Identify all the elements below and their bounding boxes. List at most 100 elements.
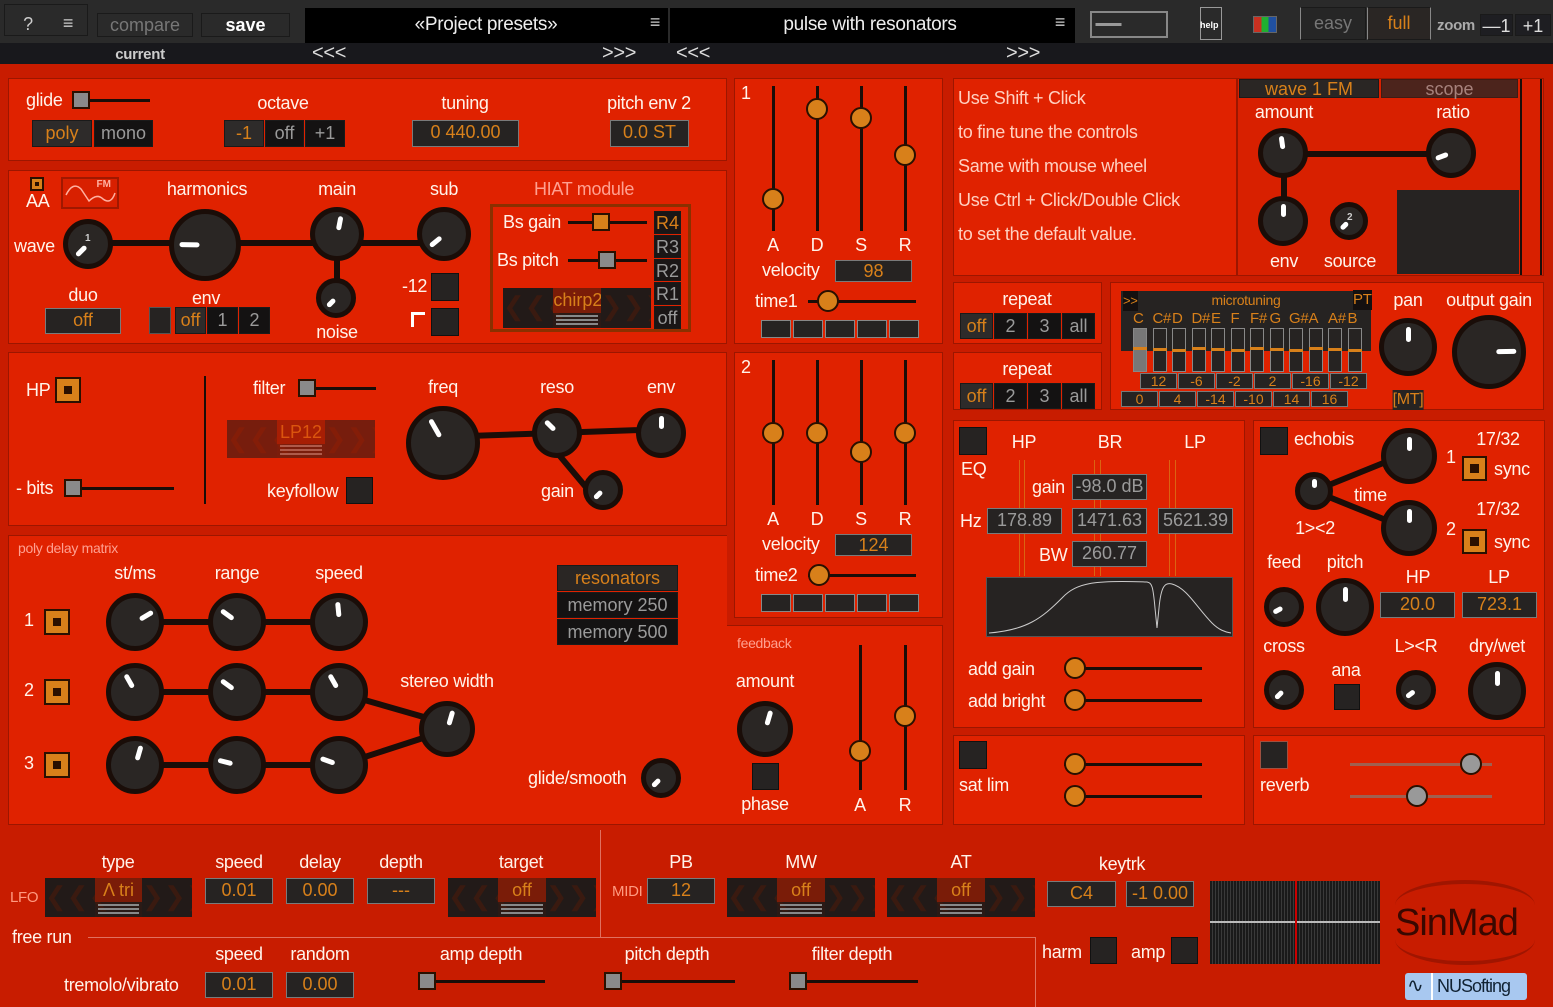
feed-knob[interactable] (1264, 587, 1304, 627)
bs-pitch-slider[interactable] (568, 251, 647, 269)
micro-value[interactable]: 2 (1254, 373, 1291, 389)
amp-toggle[interactable] (1171, 937, 1198, 964)
prev-arrow-icon[interactable]: ❮❮❮ (887, 878, 952, 917)
sub-pulse-toggle[interactable] (431, 308, 459, 336)
prev-arrow-icon[interactable]: ❮❮❮ (45, 878, 110, 917)
ana-toggle[interactable] (1334, 684, 1360, 710)
zoom-out-button[interactable]: —1 (1480, 14, 1513, 36)
keytrk-value-field[interactable]: -1 0.00 (1126, 881, 1194, 907)
help-button[interactable]: ? (23, 14, 33, 34)
slider-handle[interactable] (72, 91, 90, 109)
micro-value[interactable]: -14 (1197, 391, 1234, 407)
duo-field[interactable]: off (45, 308, 121, 334)
delay-knob[interactable] (208, 593, 266, 651)
hiat-model-selector[interactable]: ❮❮❮chirp2❯❯❯ (503, 288, 651, 328)
sub-knob[interactable] (417, 207, 471, 261)
fm-scrollbar[interactable] (1520, 79, 1542, 275)
slider-handle[interactable] (849, 739, 871, 762)
tab-wave1-fm[interactable]: wave 1 FM (1239, 79, 1379, 98)
hiat-r4-button[interactable]: R4 (654, 211, 681, 234)
slider-handle[interactable] (808, 564, 830, 586)
cross12-knob[interactable] (1295, 472, 1333, 510)
prev-arrow-icon[interactable]: ❮❮❮ (227, 420, 292, 458)
slider-handle[interactable] (894, 421, 916, 444)
env2-shape-button[interactable] (857, 594, 887, 612)
poly-button[interactable]: poly (32, 120, 92, 147)
bank-prev-button[interactable]: <<< (312, 43, 346, 63)
micro-value[interactable]: 14 (1273, 391, 1310, 407)
slider-handle[interactable] (591, 213, 610, 231)
eq-toggle[interactable] (959, 427, 987, 455)
delay-knob[interactable] (106, 593, 164, 651)
echo-lp-field[interactable]: 723.1 (1462, 592, 1537, 618)
next-arrow-icon[interactable]: ❯❯❯ (545, 878, 596, 917)
octave-off-button[interactable]: off (265, 120, 304, 147)
fm-amount-knob[interactable] (1258, 128, 1308, 178)
slider-handle[interactable] (604, 972, 622, 990)
tab-scope[interactable]: scope (1381, 79, 1518, 98)
at-selector[interactable]: ❮❮❮off❯❯❯ (887, 878, 1035, 917)
time1-knob[interactable] (1381, 428, 1437, 484)
note-slider-handle[interactable] (1250, 347, 1264, 350)
delay-row-toggle[interactable] (44, 609, 70, 635)
mode-full-button[interactable]: full (1367, 7, 1431, 40)
aa-checkbox[interactable] (30, 177, 44, 191)
memory-500-button[interactable]: memory 500 (557, 619, 678, 645)
next-arrow-icon[interactable]: ❯❯❯ (824, 878, 875, 917)
time2-knob[interactable] (1381, 500, 1437, 556)
env2-s-fader[interactable] (850, 360, 872, 505)
env1-a-fader[interactable] (762, 86, 784, 231)
hiat-r1-button[interactable]: R1 (654, 282, 681, 305)
fm-wave-display[interactable]: FM (61, 177, 119, 209)
trem-speed-field[interactable]: 0.01 (205, 972, 273, 998)
delay-knob[interactable] (208, 663, 266, 721)
glide-smooth-knob[interactable] (641, 758, 681, 798)
env1-time-slider[interactable] (808, 290, 916, 312)
zoom-in-button[interactable]: +1 (1515, 14, 1551, 36)
lfo-target-selector[interactable]: ❮❮❮off❯❯❯ (448, 878, 596, 917)
add-gain-slider[interactable] (1064, 657, 1202, 679)
note-slider[interactable] (1308, 328, 1323, 372)
env1-d-fader[interactable] (806, 86, 828, 231)
eq-hp-freq-field[interactable]: 178.89 (987, 508, 1062, 534)
micro-value[interactable]: -6 (1178, 373, 1215, 389)
slider-handle[interactable] (298, 379, 316, 397)
keytrk-note-field[interactable]: C4 (1047, 881, 1116, 907)
env-off-button[interactable]: off (175, 307, 206, 334)
next-arrow-icon[interactable]: ❯❯❯ (600, 288, 651, 328)
hp-checkbox[interactable] (55, 377, 81, 403)
slider-handle[interactable] (64, 479, 82, 497)
echo-hp-field[interactable]: 20.0 (1380, 592, 1455, 618)
preset-bank-name[interactable]: «Project presets» (415, 15, 558, 35)
harmonics-knob[interactable] (169, 209, 241, 281)
env1-shape-button[interactable] (793, 320, 823, 338)
eq-bw-field[interactable]: 260.77 (1072, 541, 1147, 567)
env2-shape-button[interactable] (889, 594, 919, 612)
next-arrow-icon[interactable]: ❯❯❯ (984, 878, 1035, 917)
delay-knob[interactable] (208, 736, 266, 794)
note-slider-handle[interactable] (1211, 348, 1225, 351)
echobis-toggle[interactable] (1260, 427, 1288, 455)
mw-selector[interactable]: ❮❮❮off❯❯❯ (727, 878, 875, 917)
slider-handle[interactable] (894, 143, 916, 166)
wave-knob[interactable]: 1 (63, 219, 113, 269)
repeat1-option-3[interactable]: 3 (1028, 313, 1061, 339)
slider-handle[interactable] (816, 290, 839, 312)
delay-knob[interactable] (106, 736, 164, 794)
stereo-width-knob[interactable] (419, 701, 475, 757)
repeat2-option-2[interactable]: 2 (994, 383, 1027, 409)
octave-minus-button[interactable]: -1 (224, 120, 264, 147)
env1-shape-button[interactable] (825, 320, 855, 338)
tuning-field[interactable]: 0 440.00 (412, 120, 519, 147)
micro-value[interactable]: -10 (1235, 391, 1272, 407)
menu-icon[interactable]: ≡ (63, 13, 74, 33)
repeat1-option-2[interactable]: 2 (994, 313, 1027, 339)
pitch-knob[interactable] (1316, 578, 1374, 636)
preset-name-menu-icon[interactable]: ≡ (1055, 12, 1066, 32)
pb-field[interactable]: 12 (647, 878, 715, 904)
env2-shape-button[interactable] (761, 594, 791, 612)
fm-env-knob[interactable] (1258, 196, 1308, 246)
help-document-icon[interactable]: help (1200, 7, 1222, 40)
preset-prev-button[interactable]: <<< (676, 43, 710, 63)
note-slider-handle[interactable] (1308, 347, 1323, 350)
